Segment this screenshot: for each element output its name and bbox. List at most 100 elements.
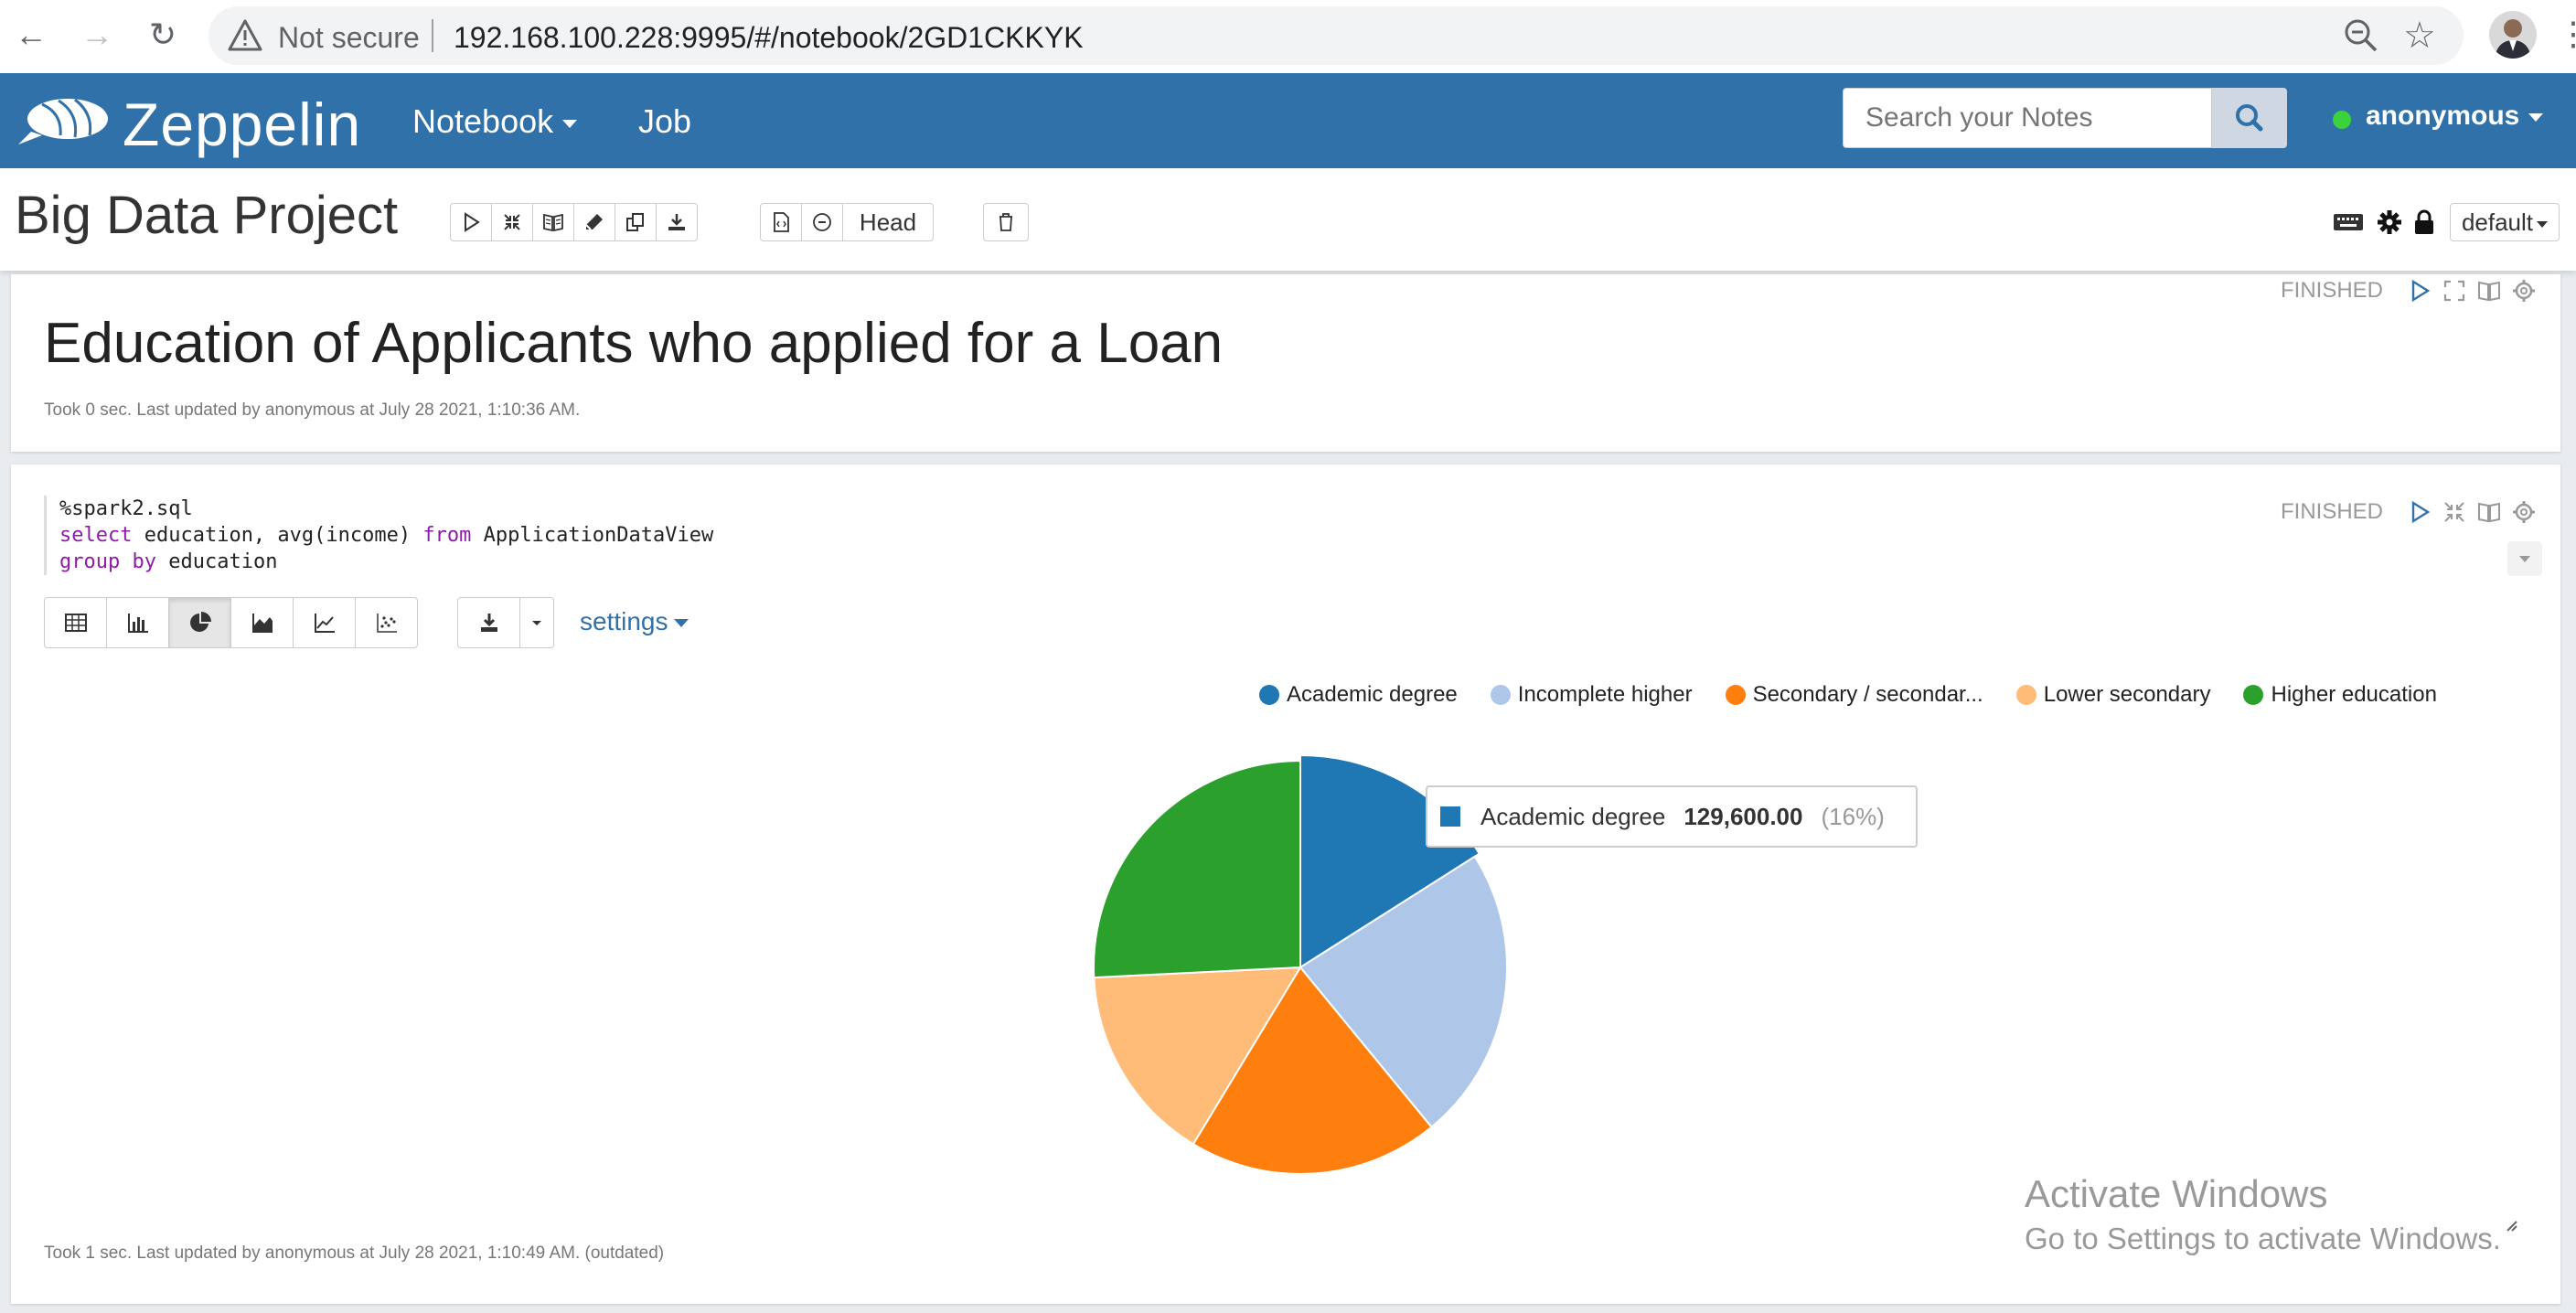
code-keyword: group: [59, 550, 121, 573]
notebook-right-tools: default: [2333, 203, 2560, 241]
bar-chart-icon: [127, 614, 148, 633]
interpreter-label: default: [2461, 208, 2534, 236]
notebook-menu-label: Notebook: [412, 102, 554, 140]
clone-note-button[interactable]: [615, 203, 657, 241]
toggle-code-button[interactable]: [491, 203, 533, 241]
lock-icon[interactable]: [2413, 209, 2435, 235]
legend-item[interactable]: Lower secondary: [2015, 682, 2210, 708]
gear-icon[interactable]: [2377, 209, 2402, 235]
book-icon: [543, 213, 563, 232]
notebook-menu[interactable]: Notebook: [412, 102, 578, 141]
legend-item[interactable]: Secondary / secondar...: [1725, 682, 1983, 708]
keyboard-icon[interactable]: [2333, 211, 2364, 233]
url-text[interactable]: 192.168.100.228:9995/#/notebook/2GD1CKKY…: [454, 21, 1084, 55]
search-icon: [2236, 104, 2263, 132]
zeppelin-navbar: Zeppelin Notebook Job anonymous: [0, 73, 2576, 168]
area-chart-icon: [251, 614, 273, 633]
expand-icon[interactable]: [2442, 278, 2467, 304]
code-text: education: [155, 550, 278, 573]
caret-down-icon: [2519, 556, 2530, 562]
zeppelin-logo-icon[interactable]: [15, 91, 110, 150]
clear-output-button[interactable]: [573, 203, 615, 241]
area-chart-button[interactable]: [230, 597, 294, 648]
resize-handle-icon[interactable]: [2506, 1220, 2518, 1233]
caret-down-icon: [2537, 220, 2549, 228]
brand-name[interactable]: Zeppelin: [123, 90, 361, 159]
toggle-output-button[interactable]: [532, 203, 574, 241]
code-text: ApplicationDataView: [471, 524, 714, 547]
paragraph-footer: Took 1 sec. Last updated by anonymous at…: [44, 1244, 665, 1263]
notebook-title[interactable]: Big Data Project: [15, 185, 398, 246]
legend-swatch: [1725, 685, 1746, 705]
settings-gear-icon[interactable]: [2511, 278, 2537, 304]
profile-avatar[interactable]: [2489, 11, 2537, 59]
paragraph-footer: Took 0 sec. Last updated by anonymous at…: [44, 400, 581, 420]
copy-icon: [626, 213, 644, 231]
settings-label: settings: [580, 607, 668, 635]
search-notes-input[interactable]: [1844, 89, 2197, 147]
paragraph-controls: FINISHED: [2281, 499, 2537, 525]
tooltip-percent: (16%): [1821, 802, 1885, 830]
legend-label: Secondary / secondar...: [1752, 682, 1983, 707]
user-name-label: anonymous: [2366, 101, 2520, 131]
revision-selector[interactable]: Head: [842, 203, 934, 241]
legend-item[interactable]: Incomplete higher: [1490, 682, 1693, 708]
bookmark-star-icon[interactable]: ☆: [2403, 12, 2436, 59]
version-controls: Head: [760, 203, 934, 243]
collapse-arrows-icon[interactable]: [2442, 499, 2467, 525]
export-note-button[interactable]: [656, 203, 698, 241]
bar-chart-button[interactable]: [106, 597, 169, 648]
interpreter-selector[interactable]: default: [2450, 203, 2560, 241]
chart-settings-toggle[interactable]: settings: [580, 607, 689, 636]
search-button[interactable]: [2212, 88, 2287, 148]
eraser-icon: [585, 214, 603, 230]
delete-note-button[interactable]: [983, 203, 1029, 241]
code-keyword: from: [422, 524, 472, 547]
user-menu[interactable]: anonymous: [2366, 101, 2544, 132]
caret-down-icon: [562, 119, 578, 128]
reload-icon[interactable]: ↻: [141, 13, 185, 57]
zoom-icon[interactable]: [2341, 16, 2381, 56]
legend-swatch: [2243, 685, 2264, 705]
code-keyword: select: [59, 524, 133, 547]
security-label[interactable]: Not secure: [278, 21, 420, 55]
pie-slice-higher-education[interactable]: [1093, 759, 1301, 979]
book-icon[interactable]: [2476, 278, 2502, 304]
table-icon: [64, 614, 87, 632]
paragraph-status: FINISHED: [2280, 499, 2383, 524]
collapse-arrows-icon: [504, 214, 520, 230]
run-paragraph-icon[interactable]: [2407, 278, 2432, 304]
legend-item[interactable]: Academic degree: [1259, 682, 1458, 708]
job-link[interactable]: Job: [638, 102, 691, 141]
compare-revisions-button[interactable]: [801, 203, 843, 241]
table-view-button[interactable]: [44, 597, 107, 648]
browser-menu-icon[interactable]: ⋮: [2557, 15, 2576, 53]
download-data-button[interactable]: [457, 597, 520, 648]
notebook-action-bar: Big Data Project Head default: [0, 168, 2576, 271]
hide-editor-button[interactable]: [2507, 541, 2542, 576]
address-bar[interactable]: Not secure 192.168.100.228:9995/#/notebo…: [208, 6, 2464, 65]
search-notes-box[interactable]: [1843, 88, 2212, 148]
forward-arrow-icon[interactable]: →: [75, 13, 119, 57]
settings-gear-icon[interactable]: [2511, 499, 2537, 525]
scatter-chart-button[interactable]: [355, 597, 418, 648]
run-all-button[interactable]: [450, 203, 492, 241]
commit-button[interactable]: [760, 203, 802, 241]
run-paragraph-icon[interactable]: [2407, 499, 2432, 525]
trash-icon: [999, 213, 1012, 231]
download-icon: [668, 214, 685, 230]
download-format-dropdown[interactable]: [519, 597, 554, 648]
paragraph-status: FINISHED: [2280, 278, 2383, 303]
code-editor[interactable]: %spark2.sql select education, avg(income…: [44, 496, 713, 575]
code-line-interpreter: %spark2.sql: [59, 497, 193, 520]
circle-minus-icon: [813, 213, 831, 231]
play-icon: [465, 212, 480, 232]
line-chart-button[interactable]: [293, 597, 356, 648]
book-icon[interactable]: [2476, 499, 2502, 525]
legend-item[interactable]: Higher education: [2243, 682, 2437, 708]
download-icon: [480, 614, 497, 632]
chart-tooltip: Academic degree 129,600.00 (16%): [1426, 785, 1918, 848]
notebook-run-controls: [450, 203, 698, 243]
back-arrow-icon[interactable]: ←: [9, 13, 53, 57]
pie-chart-button[interactable]: [168, 597, 231, 648]
